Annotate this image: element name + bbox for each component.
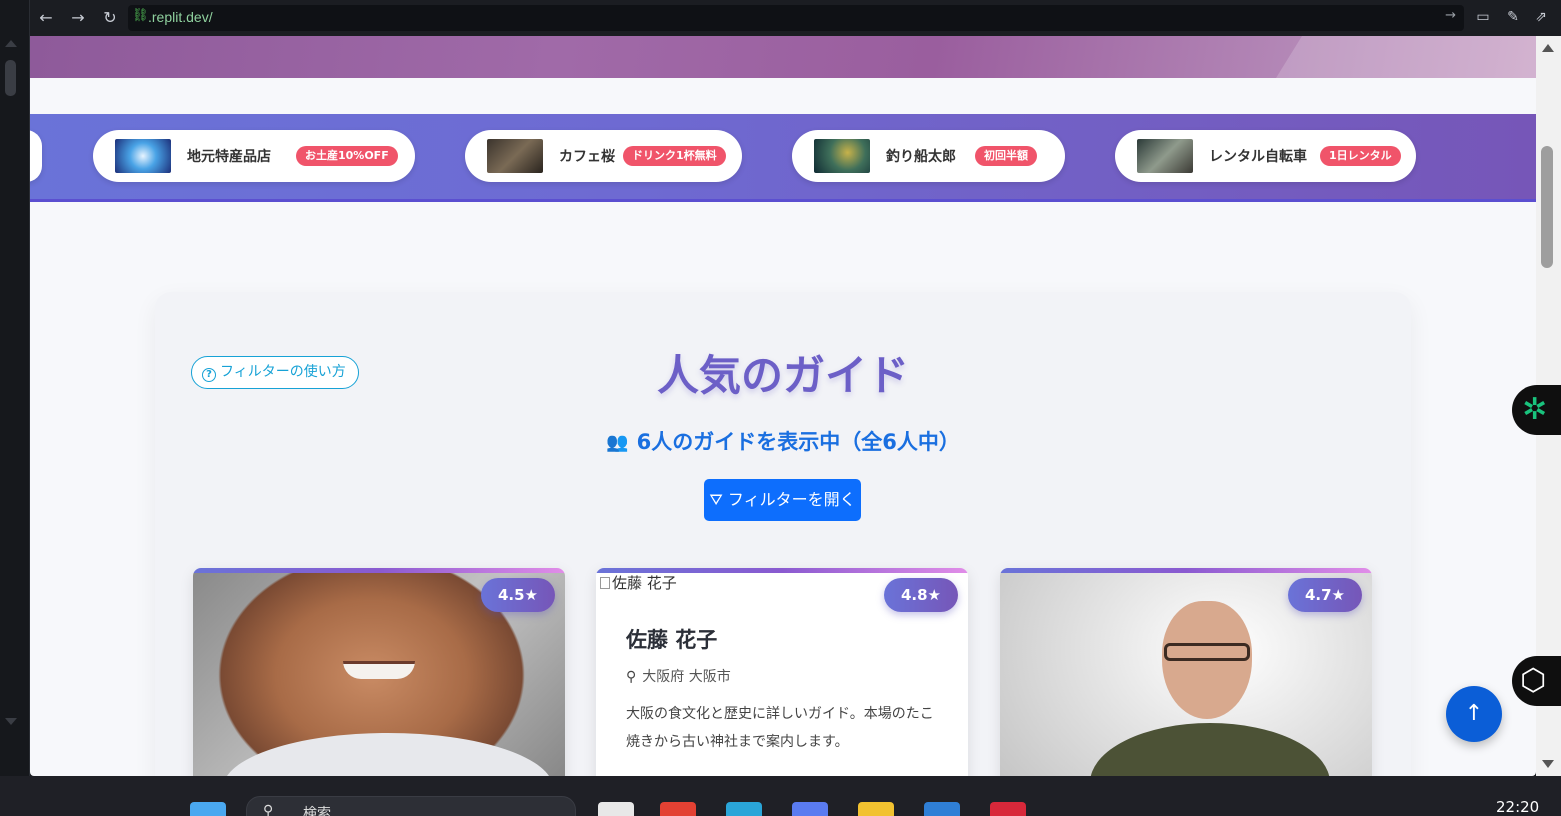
- open-filter-button[interactable]: ⛛ フィルターを開く: [704, 479, 861, 521]
- reload-icon[interactable]: ↻: [100, 8, 120, 28]
- guide-description: 大阪の食文化と歴史に詳しいガイド。本場のたこ焼きから古い神社まで案内します。: [626, 706, 934, 750]
- app-icon[interactable]: [990, 802, 1026, 816]
- chatgpt-sidebar-icon[interactable]: ✲: [1512, 385, 1561, 435]
- rating-badge: 4.5★: [481, 578, 555, 612]
- ai-assistant-icon[interactable]: ⬡: [1512, 656, 1561, 706]
- copilot-icon[interactable]: [792, 802, 828, 816]
- scroll-thumb[interactable]: [1541, 146, 1553, 268]
- image-alt-text: 佐藤 花子: [612, 574, 677, 592]
- task-view-icon[interactable]: [598, 802, 634, 816]
- users-icon: 👥: [606, 432, 629, 453]
- go-icon[interactable]: →: [1445, 8, 1456, 23]
- sponsor-pill-partial[interactable]: [30, 130, 42, 182]
- url-text: .replit.dev/: [148, 9, 213, 25]
- left-scroll-up-icon[interactable]: [5, 40, 17, 47]
- guide-card[interactable]: 4.5★: [193, 568, 565, 776]
- photo-shirt: [1090, 723, 1330, 776]
- guide-location: ⚲ 大阪府 大阪市: [626, 666, 731, 686]
- edge-icon[interactable]: [726, 802, 762, 816]
- guide-card[interactable]: 佐藤 花子 4.8★ 佐藤 花子 ⚲ 大阪府 大阪市 大阪の食文化と歴史に詳しいガ…: [596, 568, 968, 776]
- guide-count-text: 6人のガイドを表示中（全6人中）: [636, 430, 960, 454]
- sponsor-pill[interactable]: 釣り船太郎 初回半額: [792, 130, 1065, 182]
- scroll-down-icon[interactable]: [1542, 760, 1554, 768]
- photo-glasses: [1164, 643, 1250, 661]
- sponsor-deal-badge: 初回半額: [975, 146, 1037, 166]
- file-explorer-icon[interactable]: [858, 802, 894, 816]
- hero-banner: [30, 36, 1536, 78]
- photo-shirt: [223, 733, 553, 776]
- left-scroll-thumb[interactable]: [5, 60, 16, 96]
- sponsor-pill[interactable]: レンタル自転車 1日レンタル: [1115, 130, 1416, 182]
- filter-icon: ⛛: [709, 490, 728, 509]
- broken-image-icon: [600, 577, 610, 589]
- search-icon: ⚲: [263, 803, 274, 816]
- map-pin-icon: ⚲: [626, 669, 637, 685]
- sponsor-pill[interactable]: 地元特産品店 お土産10%OFF: [93, 130, 415, 182]
- clock: 22:20: [1496, 798, 1540, 816]
- screen: ← → ↻ ⛓ .replit.dev/ → ▭ ✎ ⇗ 地元特産品店 お土産1…: [0, 0, 1561, 816]
- sponsor-name: 釣り船太郎: [886, 149, 956, 165]
- scroll-to-top-button[interactable]: ↑: [1446, 686, 1502, 742]
- address-bar[interactable]: ⛓ .replit.dev/ →: [128, 5, 1464, 31]
- sponsor-name: カフェ桜: [559, 149, 615, 165]
- taskbar-search[interactable]: ⚲ 検索: [246, 796, 576, 816]
- page-viewport: 地元特産品店 お土産10%OFF カフェ桜 ドリンク1杯無料 釣り船太郎 初回半…: [30, 36, 1536, 776]
- rating-badge: 4.8★: [884, 578, 958, 612]
- photo-smile: [343, 661, 415, 679]
- left-panel: [0, 0, 30, 776]
- guide-location-text: 大阪府 大阪市: [642, 669, 731, 685]
- sponsor-image: [1137, 139, 1193, 173]
- sponsor-deal-badge: お土産10%OFF: [296, 146, 398, 166]
- section-title: 人気のガイド: [656, 351, 909, 400]
- forward-icon[interactable]: →: [68, 8, 88, 28]
- left-scroll-down-icon[interactable]: [5, 718, 17, 725]
- back-icon[interactable]: ←: [36, 8, 56, 28]
- open-external-icon[interactable]: ⇗: [1532, 8, 1550, 26]
- open-filter-label: フィルターを開く: [727, 490, 856, 509]
- broken-image: 佐藤 花子: [600, 572, 677, 593]
- wrench-icon[interactable]: ✎: [1504, 8, 1522, 26]
- scroll-up-icon[interactable]: [1542, 44, 1554, 52]
- sponsor-pill[interactable]: カフェ桜 ドリンク1杯無料: [465, 130, 742, 182]
- chrome-icon[interactable]: [660, 802, 696, 816]
- sponsor-image: [814, 139, 870, 173]
- link-icon: ⛓: [132, 8, 149, 23]
- taskbar: ⚲ 検索 22:20: [0, 776, 1561, 816]
- guide-name: 佐藤 花子: [626, 628, 718, 652]
- vscode-icon[interactable]: [924, 802, 960, 816]
- sponsor-carousel: 地元特産品店 お土産10%OFF カフェ桜 ドリンク1杯無料 釣り船太郎 初回半…: [30, 114, 1536, 202]
- sponsor-image: [487, 139, 543, 173]
- guide-card[interactable]: 4.7★: [1000, 568, 1372, 776]
- guide-count: 👥 6人のガイドを表示中（全6人中）: [155, 426, 1411, 456]
- sponsor-deal-badge: ドリンク1杯無料: [623, 146, 726, 166]
- taskbar-search-label: 検索: [303, 806, 331, 816]
- browser-toolbar: ← → ↻ ⛓ .replit.dev/ → ▭ ✎ ⇗: [30, 0, 1561, 36]
- devices-icon[interactable]: ▭: [1474, 8, 1492, 26]
- sponsor-image: [115, 139, 171, 173]
- sponsor-name: レンタル自転車: [1209, 149, 1307, 165]
- windows-start-icon[interactable]: [190, 802, 226, 816]
- guides-section: ? フィルターの使い方 人気のガイド 👥 6人のガイドを表示中（全6人中） ⛛ フィ…: [155, 292, 1411, 776]
- rating-badge: 4.7★: [1288, 578, 1362, 612]
- sponsor-deal-badge: 1日レンタル: [1320, 146, 1401, 166]
- sponsor-name: 地元特産品店: [187, 149, 271, 165]
